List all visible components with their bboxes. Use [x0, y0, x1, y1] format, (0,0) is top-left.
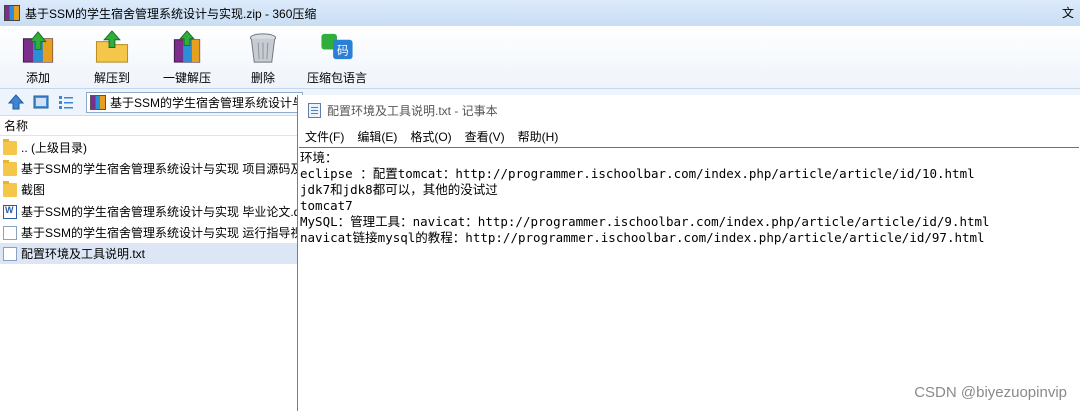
file-row-config-txt[interactable]: 配置环境及工具说明.txt	[0, 243, 298, 264]
file-row-screenshots-folder[interactable]: 截图	[0, 179, 298, 200]
notepad-title: 配置环境及工具说明.txt - 记事本	[327, 103, 498, 118]
list-view-icon[interactable]	[58, 94, 74, 110]
menu-view[interactable]: 查看(V)	[465, 128, 505, 145]
extract-to-label: 解压到	[94, 71, 131, 85]
file-name: 配置环境及工具说明.txt	[21, 247, 146, 261]
file-name: 基于SSM的学生宿舍管理系统设计与实现 运行指导视	[21, 226, 298, 240]
notepad-text-area[interactable]: 环境： eclipse ：配置tomcat：http://programmer.…	[299, 147, 1079, 409]
menu-file[interactable]: 文件(F)	[305, 128, 344, 145]
archive-language-label: 压缩包语言	[307, 71, 368, 85]
archive-window-title: 基于SSM的学生宿舍管理系统设计与实现.zip - 360压缩	[25, 6, 317, 21]
file-row-parent-directory[interactable]: .. (上级目录)	[0, 137, 298, 158]
path-text: 基于SSM的学生宿舍管理系统设计与实现.zip	[110, 96, 303, 110]
file-row-source-folder[interactable]: 基于SSM的学生宿舍管理系统设计与实现 项目源码及	[0, 158, 298, 179]
title-right-text: 文	[1061, 6, 1074, 20]
delete-label: 删除	[250, 71, 275, 85]
up-arrow-icon[interactable]	[8, 94, 24, 110]
text-line: tomcat7	[300, 198, 353, 213]
menu-format[interactable]: 格式(O)	[410, 128, 451, 145]
file-name: 基于SSM的学生宿舍管理系统设计与实现 项目源码及	[21, 162, 298, 176]
delete-button[interactable]: 删除	[245, 30, 281, 86]
archive-toolbar: 添加 解压到 一键解压 删除 码 压缩包语言	[0, 26, 1080, 89]
add-button[interactable]: 添加	[20, 30, 56, 86]
extract-folder-icon	[95, 30, 129, 63]
extract-to-button[interactable]: 解压到	[94, 30, 130, 86]
word-icon	[3, 204, 17, 219]
file-name: .. (上级目录)	[21, 141, 87, 155]
column-header-name[interactable]: 名称	[0, 116, 298, 136]
file-name: 基于SSM的学生宿舍管理系统设计与实现 毕业论文.doc	[21, 205, 298, 219]
one-click-extract-label: 一键解压	[163, 71, 212, 85]
trash-can-icon	[249, 33, 277, 63]
file-row-thesis-doc[interactable]: 基于SSM的学生宿舍管理系统设计与实现 毕业论文.doc	[0, 201, 298, 222]
menu-edit[interactable]: 编辑(E)	[357, 128, 397, 145]
file-name: 截图	[21, 183, 46, 197]
thumbnail-view-icon[interactable]	[33, 94, 49, 110]
encoding-icon-text: 码	[337, 43, 349, 57]
archive-title-bar[interactable]: 基于SSM的学生宿舍管理系统设计与实现.zip - 360压缩 文	[0, 0, 1080, 26]
one-click-extract-button[interactable]: 一键解压	[163, 30, 211, 86]
folder-icon	[3, 180, 17, 197]
text-line: jdk7和jdk8都可以，其他的没试过	[300, 182, 498, 197]
text-line: navicat链接mysql的教程：http://programmer.isch…	[300, 230, 985, 245]
text-file-icon	[3, 246, 17, 261]
add-files-icon	[22, 31, 54, 63]
file-row-run-guide[interactable]: 基于SSM的学生宿舍管理系统设计与实现 运行指导视	[0, 222, 298, 243]
file-list: 名称 .. (上级目录) 基于SSM的学生宿舍管理系统设计与实现 项目源码及 截…	[0, 116, 298, 411]
notepad-title-bar[interactable]: 配置环境及工具说明.txt - 记事本	[298, 95, 1080, 125]
path-field[interactable]: 基于SSM的学生宿舍管理系统设计与实现.zip	[86, 92, 303, 113]
encoding-icon: 码	[321, 33, 353, 60]
folder-icon	[3, 159, 17, 176]
text-line: MySQL：管理工具：navicat：http://programmer.isc…	[300, 214, 990, 229]
menu-help[interactable]: 帮助(H)	[518, 128, 559, 145]
notepad-window: 配置环境及工具说明.txt - 记事本 文件(F) 编辑(E) 格式(O) 查看…	[297, 95, 1080, 411]
one-click-extract-icon	[173, 30, 201, 63]
csdn-watermark: CSDN @biyezuopinvip	[914, 384, 1067, 401]
text-line: eclipse ：配置tomcat：http://programmer.isch…	[300, 166, 975, 181]
document-icon	[3, 225, 17, 240]
archive-language-button[interactable]: 码 压缩包语言	[307, 30, 367, 86]
notepad-menu-bar: 文件(F) 编辑(E) 格式(O) 查看(V) 帮助(H)	[298, 125, 1080, 147]
zip-archive-icon	[4, 5, 20, 21]
zip-archive-icon	[90, 95, 106, 110]
notepad-icon	[308, 102, 321, 118]
text-line: 环境：	[300, 150, 338, 165]
add-label: 添加	[25, 71, 50, 85]
folder-icon	[3, 138, 17, 155]
